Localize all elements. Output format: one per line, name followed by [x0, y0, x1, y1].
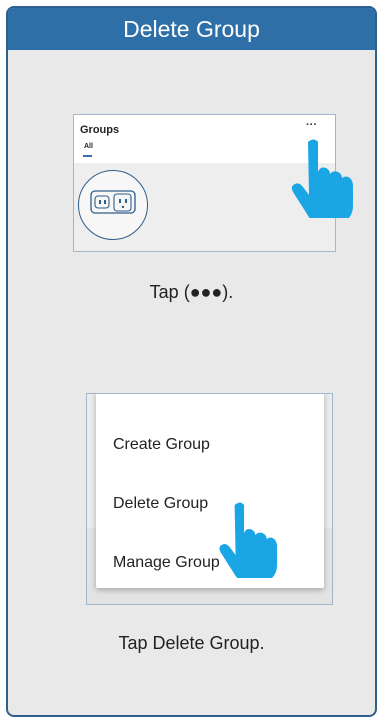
menu-item-manage-group[interactable]: Manage Group: [113, 554, 220, 572]
card-title: Delete Group: [123, 15, 260, 42]
step2-caption-suffix: .: [259, 633, 265, 653]
menu-item-create-group[interactable]: Create Group: [113, 436, 210, 454]
pointing-hand-icon: [284, 136, 354, 224]
step1-caption: Tap (●●●).: [149, 282, 234, 302]
options-menu: Create Group Delete Group Manage Group: [96, 394, 324, 588]
smart-plug-icon[interactable]: [78, 170, 148, 240]
more-options-button[interactable]: ···: [306, 119, 317, 131]
tab-all[interactable]: All: [84, 143, 93, 150]
pointing-hand-icon: [212, 498, 278, 583]
tab-all-indicator: [83, 155, 92, 157]
menu-item-delete-group[interactable]: Delete Group: [113, 495, 208, 513]
step2-caption: Tap Delete Group.: [8, 633, 375, 654]
card-header: Delete Group: [8, 8, 375, 50]
groups-title: Groups: [80, 124, 120, 136]
step2-caption-action: Delete Group: [152, 633, 260, 653]
instruction-card: Delete Group Groups ··· All Tap (●●●). C…: [6, 6, 377, 717]
step2-caption-prefix: Tap: [118, 633, 153, 653]
group-menu-screenshot: Create Group Delete Group Manage Group: [86, 393, 333, 605]
